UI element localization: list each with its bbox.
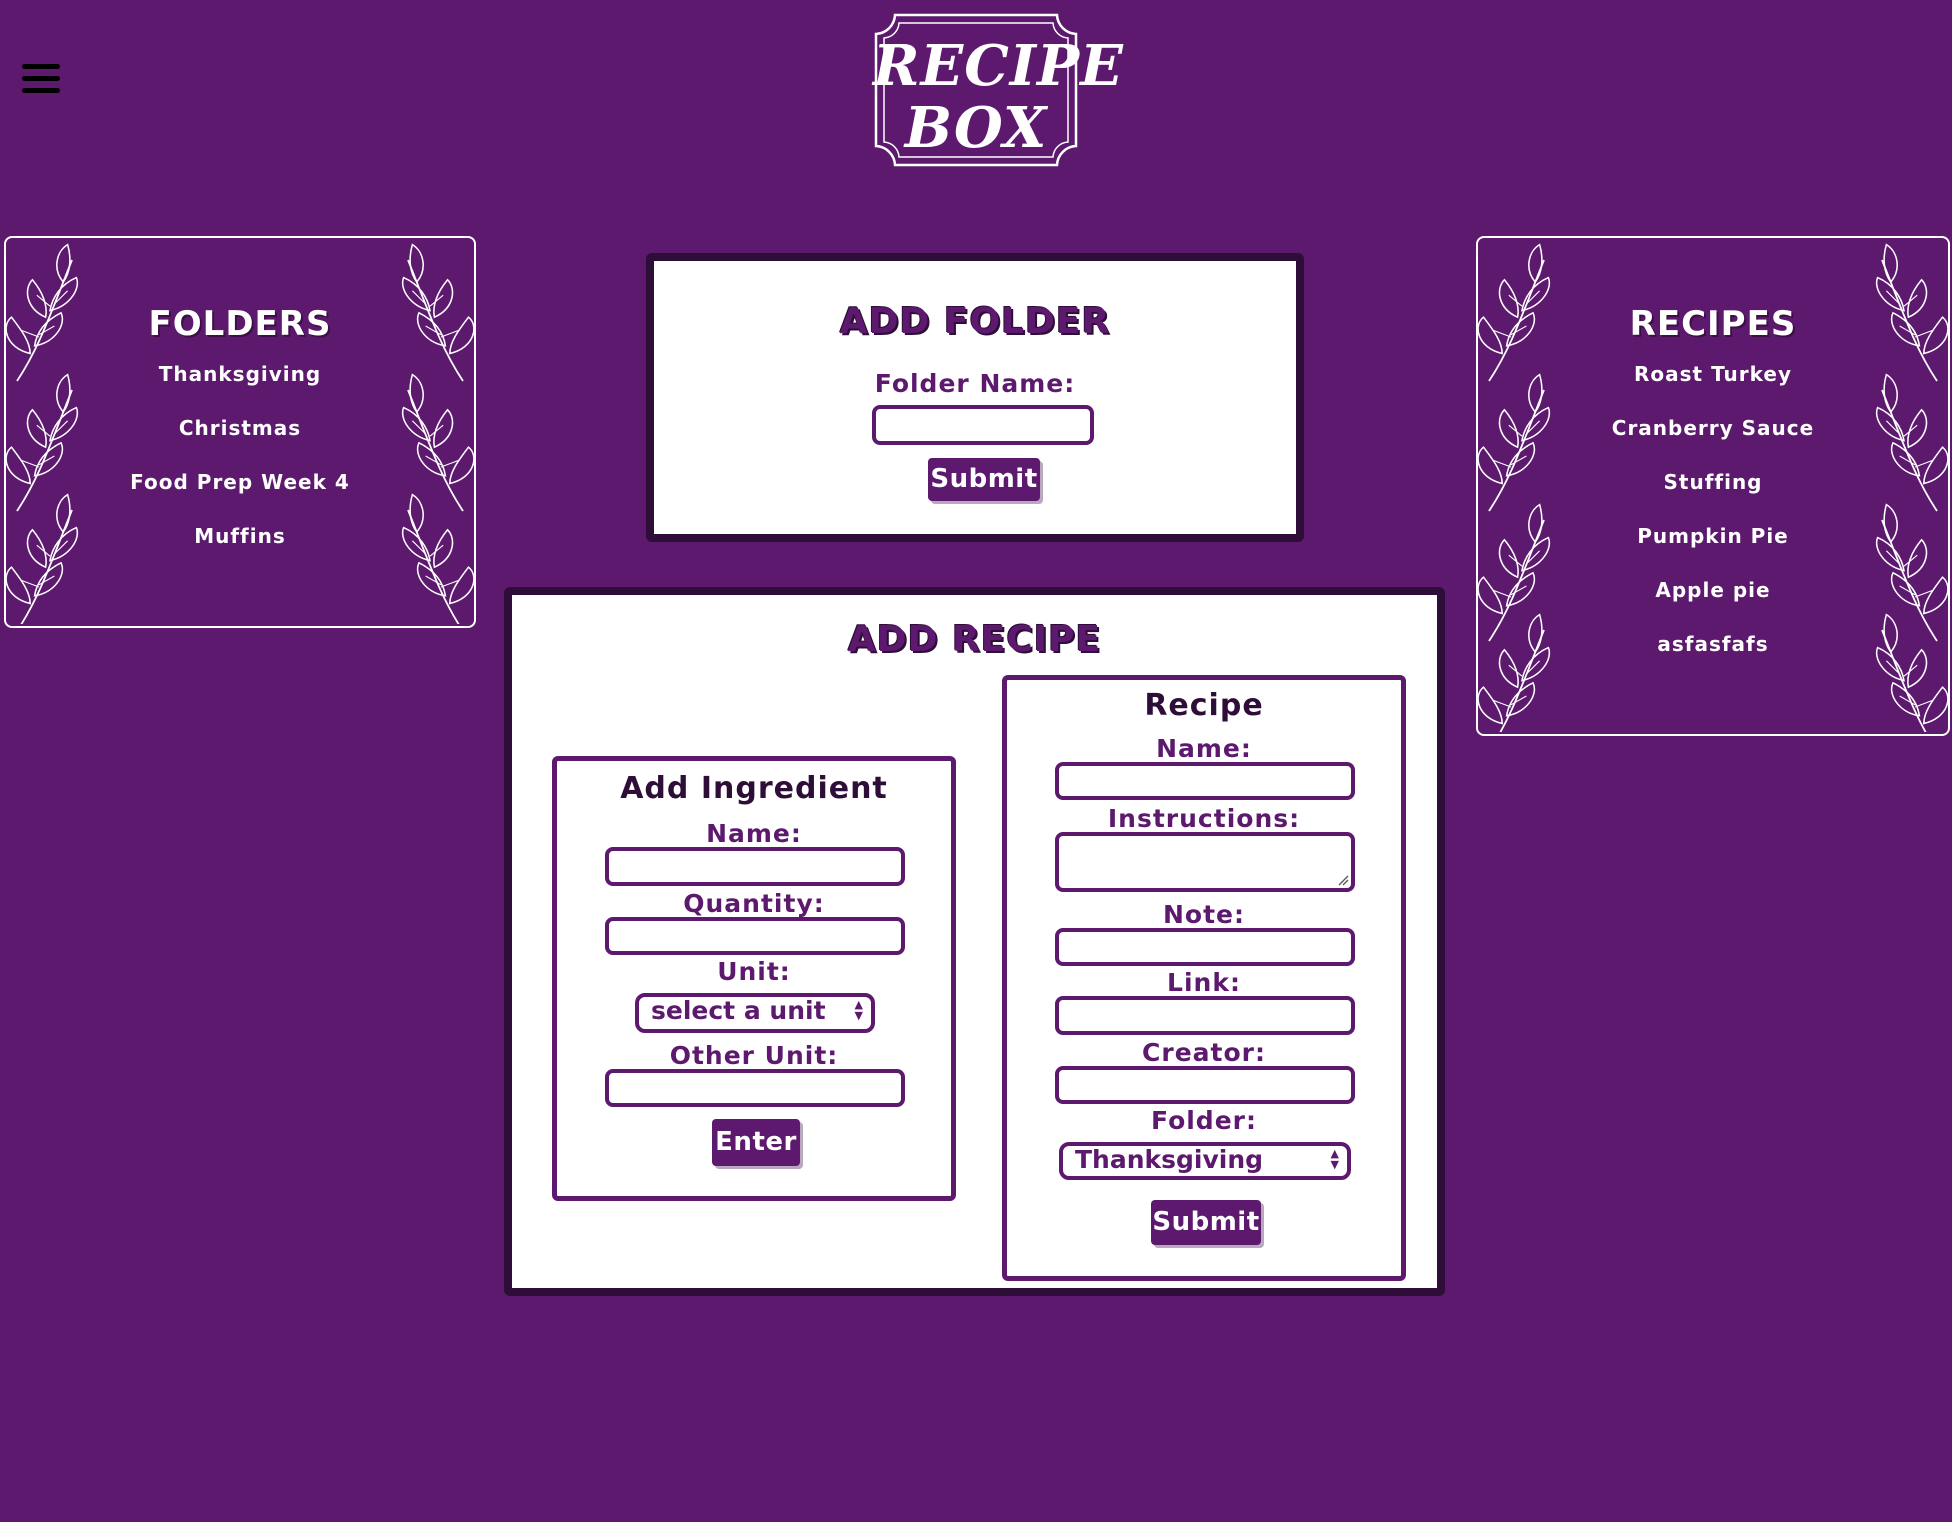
folder-item-muffins[interactable]: Muffins (6, 524, 474, 548)
quantity-input[interactable] (605, 917, 905, 955)
other-unit-label: Other Unit: (669, 1041, 839, 1070)
folder-name-input[interactable] (872, 405, 1094, 445)
folder-select[interactable]: Thanksgiving ▲ ▼ (1059, 1142, 1351, 1180)
add-ingredient-title: Add Ingredient (620, 771, 888, 806)
ingredient-name-input[interactable] (605, 847, 905, 886)
instructions-label: Instructions: (1107, 804, 1301, 833)
recipe-item-cranberry-sauce[interactable]: Cranberry Sauce (1478, 416, 1948, 440)
recipe-item-asfasfafs[interactable]: asfasfafs (1478, 632, 1948, 656)
resize-handle-icon[interactable] (1337, 874, 1349, 886)
link-input[interactable] (1055, 996, 1355, 1035)
add-folder-title: ADD FOLDER (839, 301, 1111, 342)
creator-input[interactable] (1055, 1066, 1355, 1104)
add-recipe-card: ADD RECIPE Add Ingredient Name: Quantity… (504, 587, 1445, 1296)
folder-item-food-prep-week-4[interactable]: Food Prep Week 4 (6, 470, 474, 494)
recipe-title: Recipe (1144, 688, 1264, 723)
logo-line-2: BOX (904, 95, 1048, 161)
recipes-panel: RECIPES Roast Turkey Cranberry Sauce Stu… (1476, 236, 1950, 736)
recipe-name-label: Name: (1156, 734, 1252, 763)
other-unit-input[interactable] (605, 1069, 905, 1107)
add-folder-submit-button[interactable]: Submit (928, 458, 1040, 501)
note-input[interactable] (1055, 928, 1355, 966)
recipe-item-roast-turkey[interactable]: Roast Turkey (1478, 362, 1948, 386)
folders-title: FOLDERS (148, 304, 332, 344)
add-folder-card: ADD FOLDER Folder Name: Submit (646, 253, 1304, 542)
recipe-item-pumpkin-pie[interactable]: Pumpkin Pie (1478, 524, 1948, 548)
folder-item-thanksgiving[interactable]: Thanksgiving (6, 362, 474, 386)
enter-ingredient-button[interactable]: Enter (712, 1119, 800, 1166)
add-ingredient-box: Add Ingredient Name: Quantity: Unit: sel… (552, 756, 956, 1201)
select-arrows-icon: ▲ ▼ (1330, 1147, 1339, 1171)
hamburger-menu-icon[interactable] (22, 64, 60, 94)
ingredient-name-label: Name: (706, 819, 802, 848)
recipes-title: RECIPES (1629, 304, 1797, 344)
unit-select-value: select a unit (651, 996, 826, 1025)
recipe-details-box: Recipe Name: Instructions: Note: Link: C… (1002, 675, 1406, 1281)
logo-line-1: RECIPE (873, 33, 1124, 99)
quantity-label: Quantity: (683, 889, 825, 918)
recipe-item-stuffing[interactable]: Stuffing (1478, 470, 1948, 494)
note-label: Note: (1162, 900, 1245, 929)
instructions-textarea[interactable] (1055, 832, 1355, 892)
unit-select[interactable]: select a unit ▲ ▼ (635, 993, 875, 1033)
unit-label: Unit: (717, 957, 791, 986)
folders-panel: FOLDERS Thanksgiving Christmas Food Prep… (4, 236, 476, 628)
folder-name-label: Folder Name: (874, 369, 1076, 398)
folder-label: Folder: (1151, 1106, 1257, 1135)
folder-item-christmas[interactable]: Christmas (6, 416, 474, 440)
creator-label: Creator: (1142, 1038, 1266, 1067)
link-label: Link: (1167, 968, 1241, 997)
select-arrows-icon: ▲ ▼ (854, 998, 863, 1022)
add-recipe-title: ADD RECIPE (847, 619, 1102, 660)
recipe-submit-button[interactable]: Submit (1151, 1200, 1261, 1245)
recipe-item-apple-pie[interactable]: Apple pie (1478, 578, 1948, 602)
recipe-box-logo: RECIPE BOX (873, 12, 1124, 168)
recipe-name-input[interactable] (1055, 762, 1355, 800)
folder-select-value: Thanksgiving (1075, 1145, 1264, 1174)
